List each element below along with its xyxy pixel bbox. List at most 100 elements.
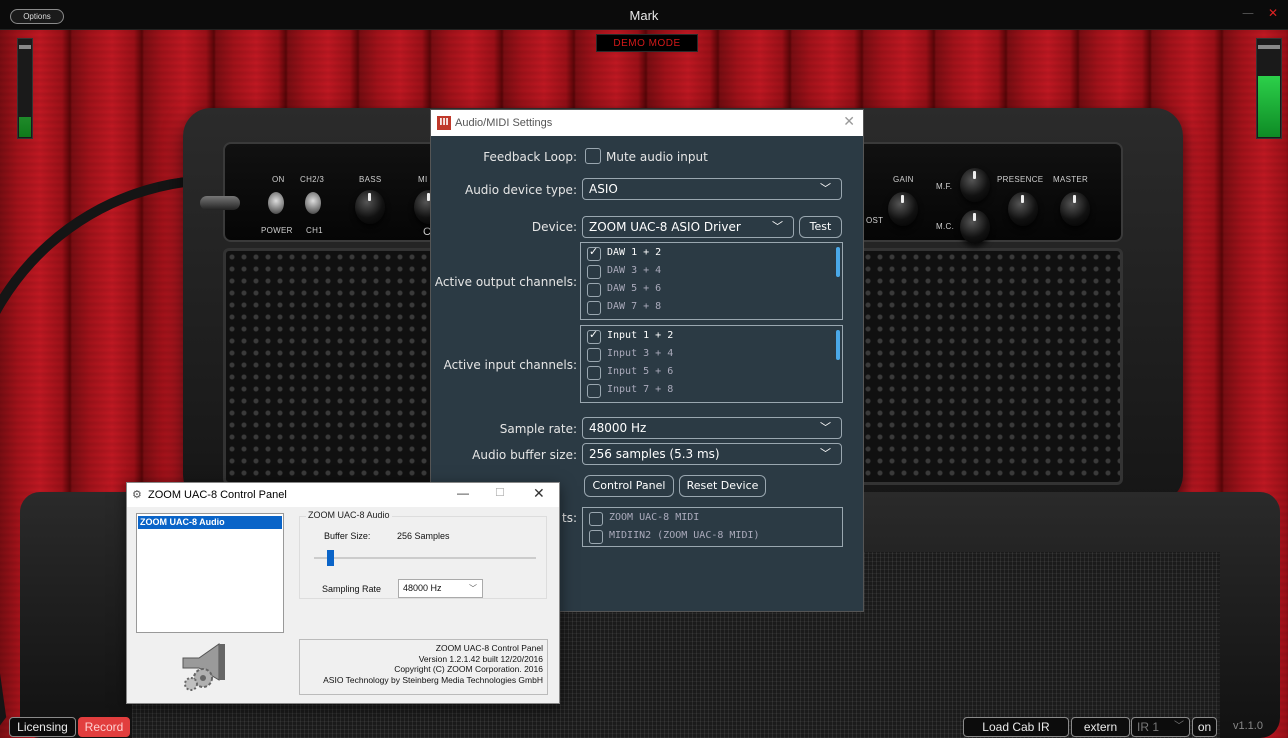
channel-label: DAW 1 + 2 [607,247,662,258]
ir-on-toggle[interactable]: on [1192,717,1217,737]
master-knob[interactable] [1060,192,1090,226]
power-switch[interactable] [268,192,284,214]
extern-button[interactable]: extern [1071,717,1130,737]
meter-peak [19,45,31,49]
buffer-size-value: 256 Samples [397,531,450,541]
sample-rate-select[interactable]: 48000 Hz ﹀ [582,417,842,439]
sampling-rate-label: Sampling Rate [322,584,382,594]
meter-fill [19,117,31,137]
close-icon[interactable]: ✕ [533,485,545,502]
midi-input-label: ZOOM UAC-8 MIDI [609,512,700,523]
dialog-titlebar: lll Audio/MIDI Settings ✕ [431,110,863,136]
amp-label-mid: MI [418,175,428,184]
channel-switch[interactable] [305,192,321,214]
audio-device-type-label: Audio device type: [464,183,577,197]
device-list-item[interactable]: ZOOM UAC-8 Audio [138,516,282,529]
channel-label: Input 3 + 4 [607,348,674,359]
channel-label: DAW 3 + 4 [607,265,662,276]
test-button[interactable]: Test [799,216,842,238]
amp-label-master: MASTER [1053,175,1089,184]
bass-knob[interactable] [355,190,385,224]
zoom-control-panel-window: ⚙ ZOOM UAC-8 Control Panel — ☐ ✕ ZOOM UA… [126,482,560,704]
output-level-meter [1256,38,1282,139]
channel-label: Input 5 + 6 [607,366,674,377]
active-input-label: Active input channels: [443,358,577,372]
audio-device-type-value: ASIO [589,182,618,196]
close-icon[interactable]: ✕ [1268,6,1278,20]
sampling-rate-value: 48000 Hz [403,583,442,593]
channel-checkbox[interactable] [587,265,601,279]
channel-checkbox[interactable] [587,328,601,344]
buffer-size-select[interactable]: 256 samples (5.3 ms) ﹀ [582,443,842,465]
gain-knob[interactable] [888,192,918,226]
device-list[interactable]: ZOOM UAC-8 Audio [136,513,284,633]
meter-fill [1258,75,1280,137]
info-line: Copyright (C) ZOOM Corporation. 2016 [394,664,543,675]
input-level-meter [17,38,33,139]
ir-select[interactable]: IR 1 ﹀ [1131,717,1190,737]
info-line: ASIO Technology by Steinberg Media Techn… [323,674,543,685]
midi-input-checkbox[interactable] [589,512,603,526]
amp-label-mf: M.F. [936,182,953,191]
chevron-down-icon: ﹀ [772,220,783,233]
amp-label-ost: OST [866,216,884,225]
chevron-down-icon: ﹀ [820,421,831,434]
channel-checkbox[interactable] [587,245,601,261]
channel-checkbox[interactable] [587,366,601,380]
licensing-button[interactable]: Licensing [9,717,76,737]
channel-label: Input 1 + 2 [607,330,674,341]
feedback-loop-label: Feedback Loop: [483,150,577,164]
info-line: ZOOM UAC-8 Control Panel [435,643,543,653]
audio-settings-group: ZOOM UAC-8 Audio Buffer Size: 256 Sample… [299,510,547,599]
mc-knob[interactable] [960,210,990,244]
close-icon[interactable]: ✕ [843,114,855,130]
channel-checkbox[interactable] [587,348,601,362]
channel-checkbox[interactable] [587,384,601,398]
presence-knob[interactable] [1008,192,1038,226]
audio-device-type-select[interactable]: ASIO ﹀ [582,178,842,200]
version-label: v1.1.0 [1233,720,1263,732]
amp-label-ch23: CH2/3 [300,175,325,184]
amp-label-ch1: CH1 [306,226,323,235]
window-title: ZOOM UAC-8 Control Panel [148,489,287,501]
buffer-slider-thumb[interactable] [327,550,335,566]
meter-peak [1258,45,1280,49]
midi-inputs-list[interactable]: ZOOM UAC-8 MIDI MIDIIN2 (ZOOM UAC-8 MIDI… [582,507,843,547]
window-titlebar: ⚙ ZOOM UAC-8 Control Panel — ☐ ✕ [127,483,559,507]
scrollbar[interactable] [836,330,840,360]
channel-checkbox[interactable] [587,301,601,315]
app-icon: lll [437,116,451,130]
buffer-size-value: 256 samples (5.3 ms) [589,447,720,461]
device-label: Device: [531,220,577,234]
info-line: Version 1.2.1.42 built 12/20/2016 [418,653,543,664]
amp-label-gain: GAIN [893,175,914,184]
chevron-down-icon: ﹀ [1174,721,1184,732]
channel-checkbox[interactable] [587,283,601,297]
output-channels-list[interactable]: DAW 1 + 2 DAW 3 + 4 DAW 5 + 6 DAW 7 + 8 [580,242,843,320]
mf-knob[interactable] [960,168,990,202]
midi-input-checkbox[interactable] [589,530,603,544]
minimize-icon[interactable]: — [1242,6,1254,20]
reset-device-button[interactable]: Reset Device [679,475,766,497]
chevron-down-icon: ﹀ [820,447,831,460]
channel-label: Input 7 + 8 [607,384,674,395]
mute-audio-checkbox[interactable] [585,148,601,164]
dialog-title: Audio/MIDI Settings [455,117,553,129]
input-channels-list[interactable]: Input 1 + 2 Input 3 + 4 Input 5 + 6 Inpu… [580,325,843,403]
group-label: ZOOM UAC-8 Audio [306,510,392,520]
scrollbar[interactable] [836,247,840,277]
record-button[interactable]: Record [78,717,130,737]
app-title: Mark [629,8,659,23]
maximize-icon[interactable]: ☐ [495,486,505,499]
device-select[interactable]: ZOOM UAC-8 ASIO Driver ﹀ [582,216,794,238]
buffer-size-label: Buffer Size: [324,531,371,541]
input-jack [200,196,240,210]
demo-mode-badge: DEMO MODE [596,34,698,52]
midi-input-label: MIDIIN2 (ZOOM UAC-8 MIDI) [609,530,760,541]
load-cab-ir-button[interactable]: Load Cab IR [963,717,1069,737]
control-panel-button[interactable]: Control Panel [584,475,674,497]
buffer-slider-track[interactable] [314,557,536,559]
sampling-rate-select[interactable]: 48000 Hz ﹀ [398,579,483,598]
amp-label-presence: PRESENCE [997,175,1044,184]
minimize-icon[interactable]: — [457,486,469,500]
